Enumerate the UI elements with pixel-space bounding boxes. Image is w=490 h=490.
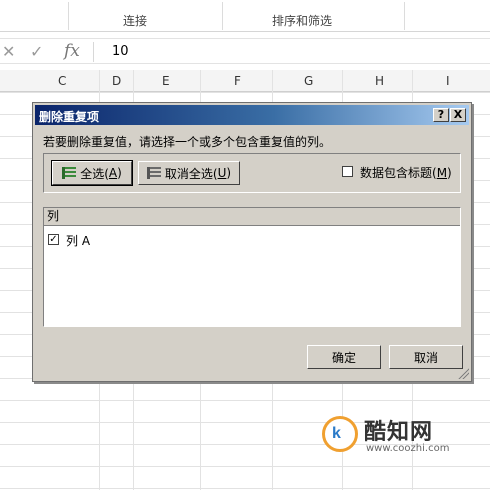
dialog-title: 删除重复项	[39, 110, 100, 124]
ribbon-group-connections: 连接	[123, 14, 148, 28]
insert-function-icon[interactable]: fx	[64, 41, 80, 61]
ribbon-group-sort-filter: 排序和筛选	[272, 14, 333, 28]
cancel-icon[interactable]: ✕	[2, 42, 15, 61]
ribbon-separator	[404, 2, 405, 30]
formula-divider	[93, 42, 94, 62]
cancel-button[interactable]: 取消	[389, 345, 463, 369]
column-a-label[interactable]: 列 A	[66, 232, 90, 249]
header-checkbox[interactable]	[342, 166, 353, 177]
remove-duplicates-dialog: 删除重复项 ? X 若要删除重复值，请选择一个或多个包含重复值的列。 全选(A)…	[32, 102, 472, 382]
watermark-url: www.coozhi.com	[366, 443, 450, 454]
ribbon-separator	[68, 2, 69, 30]
watermark-name: 酷知网	[364, 420, 434, 445]
column-header-f[interactable]: F	[234, 74, 241, 88]
close-button[interactable]: X	[450, 108, 466, 122]
dialog-instruction: 若要删除重复值，请选择一个或多个包含重复值的列。	[43, 135, 332, 149]
resize-grip[interactable]	[457, 367, 469, 379]
column-header-row: C D E F G H I	[0, 70, 490, 92]
enter-icon[interactable]: ✓	[30, 42, 43, 61]
column-header-g[interactable]: G	[304, 74, 313, 88]
select-all-button[interactable]: 全选(A)	[51, 160, 133, 186]
formula-input[interactable]: 10	[112, 44, 129, 59]
dialog-titlebar[interactable]: 删除重复项 ? X	[35, 105, 469, 125]
select-all-icon	[62, 167, 77, 179]
column-header-h[interactable]: H	[375, 74, 384, 88]
ribbon-separator	[222, 2, 223, 30]
column-header-i[interactable]: I	[446, 74, 450, 88]
column-header-d[interactable]: D	[112, 74, 121, 88]
deselect-all-button[interactable]: 取消全选(U)	[138, 161, 240, 185]
deselect-all-icon	[146, 167, 161, 179]
columns-list: 列 ✓ 列 A	[43, 207, 461, 327]
watermark-logo: k	[322, 416, 358, 452]
options-frame: 全选(A) 取消全选(U) 数据包含标题(M)	[43, 153, 461, 193]
formula-bar: ✕ ✓ fx 10	[0, 38, 490, 64]
columns-list-header: 列	[44, 208, 460, 226]
column-header-c[interactable]: C	[58, 74, 66, 88]
help-button[interactable]: ?	[433, 108, 449, 122]
column-header-e[interactable]: E	[162, 74, 170, 88]
header-checkbox-label[interactable]: 数据包含标题(M)	[360, 164, 452, 181]
column-a-checkbox[interactable]: ✓	[48, 234, 59, 245]
ok-button[interactable]: 确定	[307, 345, 381, 369]
ribbon: 连接 排序和筛选	[0, 0, 490, 32]
